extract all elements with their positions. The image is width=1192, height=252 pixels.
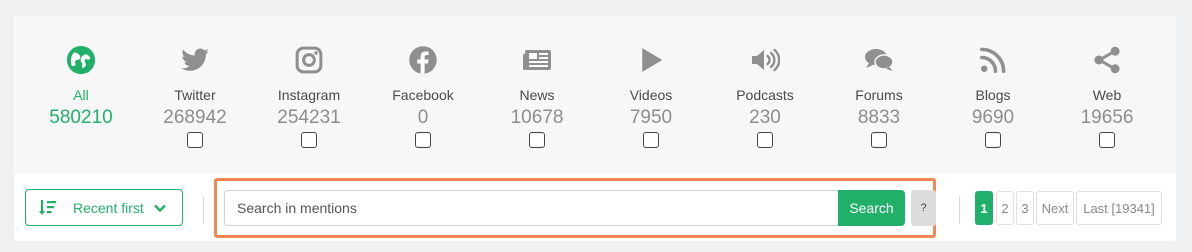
source-label: Twitter	[174, 87, 216, 103]
source-checkbox-twitter[interactable]	[187, 132, 203, 148]
source-blogs[interactable]: Blogs 9690	[943, 16, 1043, 174]
source-count: 580210	[49, 107, 113, 128]
rss-icon	[977, 44, 1009, 76]
source-checkbox-blogs[interactable]	[985, 132, 1001, 148]
source-label: Videos	[629, 87, 673, 103]
speaker-icon	[749, 44, 781, 76]
next-label: Next	[1041, 200, 1069, 216]
source-label: Web	[1092, 87, 1122, 103]
source-videos[interactable]: Videos 7950	[601, 16, 701, 174]
chevron-down-icon	[153, 204, 166, 212]
facebook-icon	[407, 44, 439, 76]
source-label: Instagram	[277, 87, 341, 103]
source-count: 268942	[163, 107, 227, 128]
sort-dropdown[interactable]: Recent first	[25, 189, 183, 226]
source-forums[interactable]: Forums 8833	[829, 16, 929, 174]
source-count: 19656	[1080, 107, 1134, 128]
next-page-button[interactable]: Next	[1036, 191, 1074, 225]
source-count: 10678	[510, 107, 564, 128]
sort-label: Recent first	[73, 199, 144, 216]
source-label: Forums	[855, 87, 903, 103]
search-help-button[interactable]: ?	[911, 190, 936, 226]
source-news[interactable]: News 10678	[487, 16, 587, 174]
source-label: News	[519, 87, 555, 103]
last-page-button[interactable]: Last [19341]	[1076, 191, 1162, 225]
source-label: Blogs	[975, 87, 1011, 103]
source-instagram[interactable]: Instagram 254231	[259, 16, 359, 174]
source-label: All	[73, 87, 89, 103]
chat-bubbles-icon	[863, 44, 895, 76]
sort-descending-icon	[39, 199, 56, 215]
globe-icon	[65, 44, 97, 76]
help-label: ?	[920, 202, 927, 214]
source-filter-bar: All 580210 Twitter 268942 Instagram 2542…	[14, 16, 1176, 174]
source-count: 9690	[971, 107, 1015, 128]
source-facebook[interactable]: Facebook 0	[373, 16, 473, 174]
toolbar-divider	[959, 196, 960, 224]
twitter-icon	[179, 44, 211, 76]
search-button[interactable]: Search	[838, 190, 905, 226]
source-checkbox-videos[interactable]	[643, 132, 659, 148]
source-count: 254231	[277, 107, 341, 128]
last-label: Last [19341]	[1083, 200, 1155, 216]
source-label: Facebook	[392, 87, 454, 103]
newspaper-icon	[521, 44, 553, 76]
page-1-button[interactable]: 1	[975, 191, 993, 225]
source-count: 230	[749, 107, 781, 128]
page-number: 1	[980, 200, 988, 216]
source-label: Podcasts	[736, 87, 794, 103]
play-icon	[635, 44, 667, 76]
source-checkbox-forums[interactable]	[871, 132, 887, 148]
source-all[interactable]: All 580210	[31, 16, 131, 174]
search-button-label: Search	[849, 200, 894, 216]
source-count: 8833	[857, 107, 901, 128]
source-checkbox-instagram[interactable]	[301, 132, 317, 148]
source-checkbox-web[interactable]	[1099, 132, 1115, 148]
instagram-icon	[293, 44, 325, 76]
source-web[interactable]: Web 19656	[1057, 16, 1157, 174]
source-count: 0	[417, 107, 429, 128]
page-2-button[interactable]: 2	[996, 191, 1014, 225]
source-twitter[interactable]: Twitter 268942	[145, 16, 245, 174]
page-number: 2	[1001, 200, 1009, 216]
share-icon	[1091, 44, 1123, 76]
page-number: 3	[1021, 200, 1029, 216]
toolbar-divider	[203, 196, 204, 224]
source-checkbox-facebook[interactable]	[415, 132, 431, 148]
source-count: 7950	[629, 107, 673, 128]
source-podcasts[interactable]: Podcasts 230	[715, 16, 815, 174]
source-checkbox-news[interactable]	[529, 132, 545, 148]
page-3-button[interactable]: 3	[1016, 191, 1034, 225]
source-checkbox-podcasts[interactable]	[757, 132, 773, 148]
search-input[interactable]	[224, 190, 841, 226]
